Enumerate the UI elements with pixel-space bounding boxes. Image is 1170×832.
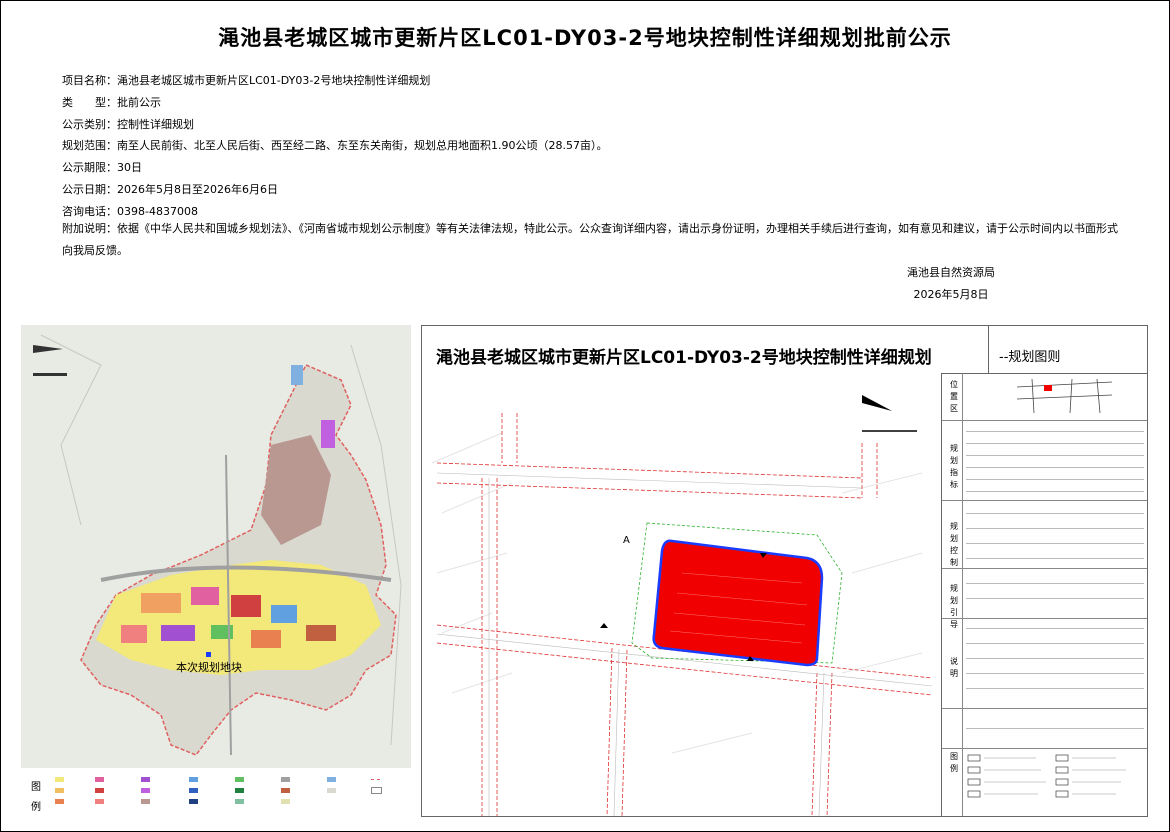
issuing-org: 渑池县自然资源局 <box>907 266 995 279</box>
info-period: 公示期限：30日 <box>62 161 142 175</box>
legend-swatch <box>235 787 247 794</box>
info-block: 项目名称：渑池县老城区城市更新片区LC01-DY03-2号地块控制性详细规划 类… <box>62 70 607 223</box>
drawing-header: 渑池县老城区城市更新片区LC01-DY03-2号地块控制性详细规划 --规划图则 <box>422 326 1147 374</box>
legend-swatch <box>55 798 67 805</box>
legend-swatch <box>371 787 385 794</box>
plot-location-label: 本次规划地块 <box>176 661 242 674</box>
legend-swatch <box>327 787 339 794</box>
legend-swatch <box>189 776 201 783</box>
legend-swatch <box>55 776 67 783</box>
legend-swatch <box>371 776 383 783</box>
landuse-map-graphic <box>21 325 411 770</box>
legend-swatch <box>281 776 293 783</box>
drawing-title: 渑池县老城区城市更新片区LC01-DY03-2号地块控制性详细规划 <box>436 348 932 368</box>
legend-swatch <box>141 787 153 794</box>
notice-paragraph: 附加说明：依据《中华人民共和国城乡规划法》、《河南省城市规划公示制度》等有关法律… <box>62 222 1118 257</box>
info-type: 类 型：批前公示 <box>62 95 161 109</box>
county-landuse-map: 本次规划地块 图例 <box>21 325 411 830</box>
section-mark: A <box>623 535 630 546</box>
landuse-legend: 图例 <box>21 768 411 830</box>
side-header-indicators: 规划指标 <box>950 444 958 489</box>
legend-swatch <box>141 798 153 805</box>
legend-swatch <box>189 787 201 794</box>
plot-boundary <box>652 539 824 667</box>
side-header-guidance: 规划引导 <box>950 584 958 629</box>
drawing-legend <box>967 754 1126 798</box>
header-divider <box>988 326 989 373</box>
side-header-location: 位置区 <box>950 380 958 413</box>
info-project-name: 项目名称：渑池县老城区城市更新片区LC01-DY03-2号地块控制性详细规划 <box>62 74 431 87</box>
side-header-notes: 说明 <box>950 657 958 678</box>
legend-title: 图例 <box>31 782 41 813</box>
issue-date: 2026年5月8日 <box>913 288 989 301</box>
info-category: 公示类别：控制性详细规划 <box>62 117 194 131</box>
legend-swatch <box>281 798 293 805</box>
legend-swatch <box>55 787 67 794</box>
legend-swatch <box>95 776 107 783</box>
legend-swatch <box>281 787 293 794</box>
drawing-subtitle: --规划图则 <box>999 350 1061 365</box>
legend-swatch <box>235 798 247 805</box>
page-title: 渑池县老城区城市更新片区LC01-DY03-2号地块控制性详细规划批前公示 <box>218 26 952 50</box>
location-inset-map <box>1016 378 1113 414</box>
signature-block: 渑池县自然资源局 2026年5月8日 <box>907 262 995 306</box>
site-plan-drawing: A <box>422 373 941 816</box>
legend-swatch <box>235 776 247 783</box>
legend-swatch <box>95 798 107 805</box>
side-header-legend: 图例 <box>950 752 958 773</box>
legend-swatch <box>141 776 153 783</box>
info-dates: 公示日期：2026年5月8日至2026年6月6日 <box>62 182 278 196</box>
zoning-drawing-sheet: 渑池县老城区城市更新片区LC01-DY03-2号地块控制性详细规划 --规划图则 <box>421 325 1148 817</box>
legend-swatch <box>327 776 339 783</box>
plot-marker <box>206 652 211 657</box>
legend-swatch <box>189 798 201 805</box>
legend-swatch <box>95 787 107 794</box>
drawing-side-panel: 位置区 规划指标 规划控制 规划引导 说明 图例 <box>941 373 1147 816</box>
side-header-control: 规划控制 <box>950 522 958 567</box>
info-scope: 规划范围：南至人民前街、北至人民后街、西至经二路、东至东关南街，规划总用地面积1… <box>62 139 608 153</box>
